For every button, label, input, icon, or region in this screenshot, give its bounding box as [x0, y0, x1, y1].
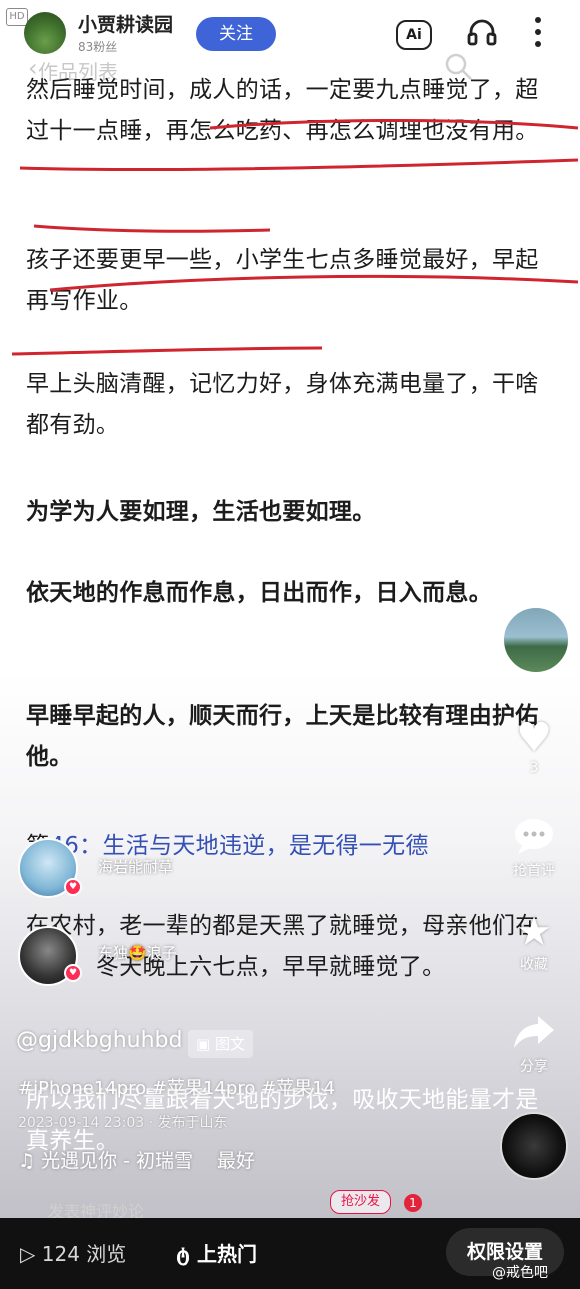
hashtags[interactable]: #iPhone14pro #苹果14pro #苹果14: [18, 1074, 335, 1100]
share-button[interactable]: 分享: [502, 1012, 566, 1076]
post-type-badge: ▣ 图文: [188, 1030, 253, 1058]
promote-button[interactable]: ტ 上热门: [176, 1238, 257, 1267]
comment-icon: [502, 816, 566, 860]
comment-button[interactable]: 抢首评: [502, 816, 566, 880]
share-arrow-icon: [502, 1012, 566, 1056]
article-paragraph-4: 为学为人要如理，生活也要如理。: [26, 499, 376, 525]
music-info[interactable]: ♫ 光遇见你 - 初瑞雪 最好: [18, 1146, 255, 1173]
heart-badge-icon: ♥: [64, 964, 82, 982]
collect-button[interactable]: ★ 收藏: [502, 910, 566, 974]
promote-label: 上热门: [196, 1242, 257, 1266]
commenter-name-2: 东独🤩浪子: [98, 944, 177, 962]
view-count: ▷ 124 浏览: [20, 1238, 126, 1267]
commenter-name-1: 海岩能耐草: [98, 858, 174, 876]
article-paragraph-6: 早睡早起的人，顺天而行，上天是比较有理由护佑他。: [26, 703, 539, 770]
star-icon: ★: [516, 909, 552, 955]
view-count-text: 124 浏览: [41, 1242, 127, 1266]
like-count: 3: [529, 760, 539, 776]
music-title: 光遇见你 - 初瑞雪: [41, 1150, 194, 1172]
music-extra: 最好: [217, 1150, 256, 1172]
comment-input[interactable]: 发表神评妙论: [48, 1198, 288, 1221]
post-author-handle[interactable]: @gjdkbghuhbd: [16, 1028, 182, 1053]
post-type-label: 图文: [214, 1035, 245, 1053]
music-disc-button[interactable]: [500, 1112, 568, 1180]
watermark: @戒色吧: [492, 1265, 548, 1281]
flame-icon: ტ: [176, 1242, 197, 1266]
creator-avatar[interactable]: [502, 606, 570, 674]
share-label: 分享: [520, 1059, 548, 1075]
play-icon: ▷: [20, 1242, 42, 1266]
like-button[interactable]: ♥ 3: [502, 716, 566, 776]
heart-badge-icon: ♥: [64, 878, 82, 896]
article-paragraph-5: 依天地的作息而作息，日出而作，日入而息。: [26, 580, 492, 606]
red-underline-annotations: [11, 119, 579, 356]
image-text-icon: ▣: [196, 1035, 215, 1053]
collect-label: 收藏: [520, 957, 548, 973]
notification-badge: 1: [404, 1194, 422, 1212]
sofa-chip[interactable]: 抢沙发: [330, 1190, 392, 1214]
comment-label: 抢首评: [513, 863, 555, 879]
heart-icon: ♥: [516, 715, 552, 761]
music-note-icon: ♫: [18, 1150, 42, 1172]
post-date: 2023-09-14 23:03 · 发布于山东: [18, 1115, 228, 1131]
